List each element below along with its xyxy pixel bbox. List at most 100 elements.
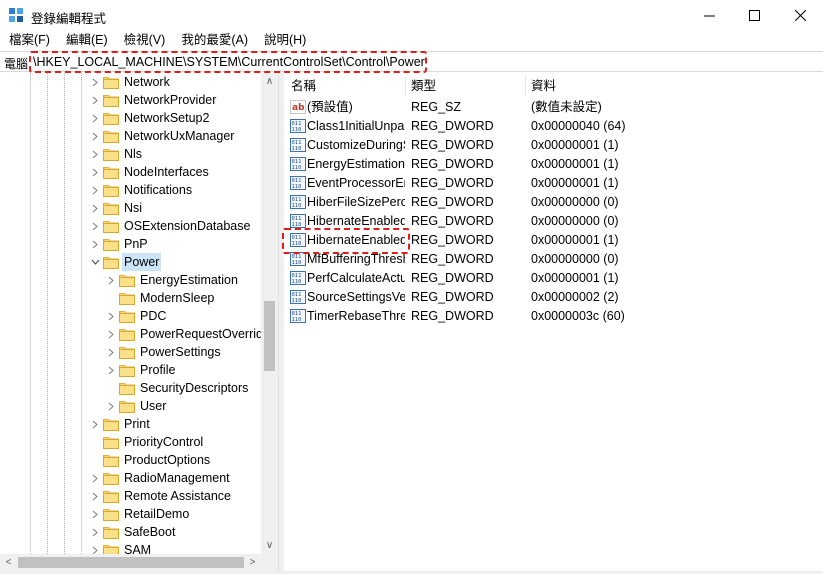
chevron-right-icon[interactable] (89, 523, 101, 541)
tree-item[interactable]: EnergyEstimation (105, 271, 240, 289)
column-header-type[interactable]: 類型 (411, 76, 436, 96)
binary-value-icon: 011 110 (290, 176, 306, 190)
value-row[interactable]: 011110MfBufferingThreshold REG_DWORD 0x000… (285, 250, 823, 269)
value-row[interactable]: 011110EventProcessorEnabled REG_DWORD 0x00… (285, 174, 823, 193)
folder-icon (103, 219, 119, 233)
folder-icon (103, 129, 119, 143)
tree-item[interactable]: Power (89, 253, 162, 271)
tree-item[interactable]: ProductOptions (89, 451, 212, 469)
chevron-right-icon[interactable] (89, 541, 101, 554)
tree-horizontal-scrollbar[interactable]: < > (0, 554, 278, 571)
menu-item[interactable]: 檔案(F) (0, 31, 58, 50)
chevron-right-icon[interactable] (89, 487, 101, 505)
chevron-down-icon[interactable] (89, 253, 101, 271)
menu-item[interactable]: 說明(H) (256, 31, 314, 50)
menu-item[interactable]: 檢視(V) (116, 31, 174, 50)
tree-item[interactable]: PDC (105, 307, 168, 325)
column-header-name[interactable]: 名稱 (291, 76, 316, 96)
chevron-right-icon[interactable] (89, 235, 101, 253)
column-separator[interactable] (525, 76, 526, 96)
value-row[interactable]: 011110PerfCalculateActualUtilization REG_… (285, 269, 823, 288)
binary-value-icon: 011 110 (290, 157, 306, 171)
chevron-right-icon[interactable] (105, 307, 117, 325)
address-path[interactable]: \HKEY_LOCAL_MACHINE\SYSTEM\CurrentContro… (33, 55, 425, 69)
folder-icon (103, 237, 119, 251)
tree-item[interactable]: NetworkSetup2 (89, 109, 211, 127)
value-type: REG_DWORD (411, 176, 494, 190)
maximize-icon (748, 10, 760, 21)
tree-item[interactable]: PriorityControl (89, 433, 205, 451)
chevron-right-icon[interactable] (89, 145, 101, 163)
tree-item[interactable]: NodeInterfaces (89, 163, 211, 181)
binary-value-icon: 011 110 (290, 233, 306, 247)
column-header-data[interactable]: 資料 (531, 76, 556, 96)
tree-item[interactable]: Profile (105, 361, 177, 379)
chevron-right-icon[interactable] (89, 199, 101, 217)
value-row[interactable]: 011 110 HibernateEnabled REG_DWORD 0x0000000… (285, 231, 823, 250)
tree-item-label: NetworkProvider (124, 93, 217, 107)
value-type: REG_DWORD (411, 195, 494, 209)
chevron-right-icon[interactable] (105, 325, 117, 343)
tree-scroll-thumb[interactable] (264, 301, 275, 371)
tree-item[interactable]: Notifications (89, 181, 194, 199)
menu-item[interactable]: 我的最愛(A) (173, 31, 256, 50)
tree-vertical-scrollbar[interactable]: ∧ ∨ (261, 73, 278, 554)
tree-item[interactable]: OSExtensionDatabase (89, 217, 252, 235)
folder-icon (119, 363, 135, 377)
tree-item[interactable]: RadioManagement (89, 469, 232, 487)
scroll-right-arrow-icon[interactable]: > (244, 554, 261, 571)
chevron-right-icon[interactable] (89, 163, 101, 181)
chevron-right-icon[interactable] (105, 397, 117, 415)
chevron-right-icon[interactable] (89, 91, 101, 109)
chevron-right-icon[interactable] (89, 505, 101, 523)
tree-item[interactable]: Nls (89, 145, 144, 163)
chevron-right-icon[interactable] (89, 415, 101, 433)
value-row[interactable]: 011110SourceSettingsVersion REG_DWORD 0x00… (285, 288, 823, 307)
value-row[interactable]: 011110HiberFileSizePercent REG_DWORD 0x000… (285, 193, 823, 212)
tree-item[interactable]: PowerRequestOverride (105, 325, 272, 343)
chevron-right-icon[interactable] (89, 127, 101, 145)
chevron-right-icon[interactable] (105, 343, 117, 361)
tree-item[interactable]: SAM (89, 541, 153, 554)
chevron-right-icon[interactable] (89, 217, 101, 235)
tree-item-label: PnP (124, 237, 148, 251)
tree-item[interactable]: Network (89, 73, 172, 91)
tree-item[interactable]: PnP (89, 235, 150, 253)
value-row[interactable]: 011110EnergyEstimationEnabled REG_DWORD 0x… (285, 155, 823, 174)
tree-item[interactable]: NetworkProvider (89, 91, 218, 109)
tree-item[interactable]: Print (89, 415, 152, 433)
scroll-up-arrow-icon[interactable]: ∧ (261, 73, 278, 90)
menu-item[interactable]: 編輯(E) (58, 31, 116, 50)
address-bar[interactable]: 電腦 \HKEY_LOCAL_MACHINE\SYSTEM\CurrentCon… (0, 51, 823, 72)
minimize-button[interactable] (686, 0, 732, 31)
value-row[interactable]: 011110Class1InitialUnparkCount REG_DWORD 0… (285, 117, 823, 136)
chevron-right-icon[interactable] (89, 73, 101, 91)
value-row[interactable]: 011110TimerRebaseThresholdOnDripsExit REG… (285, 307, 823, 326)
tree-item[interactable]: RetailDemo (89, 505, 191, 523)
folder-icon (103, 435, 119, 449)
column-separator[interactable] (405, 76, 406, 96)
chevron-right-icon[interactable] (89, 181, 101, 199)
scroll-left-arrow-icon[interactable]: < (0, 554, 17, 571)
tree-item[interactable]: NetworkUxManager (89, 127, 236, 145)
scroll-down-arrow-icon[interactable]: ∨ (261, 537, 278, 554)
value-row[interactable]: 011110HibernateEnabledDefault REG_DWORD 0x… (285, 212, 823, 231)
value-row[interactable]: 011110CustomizeDuringSetup REG_DWORD 0x000… (285, 136, 823, 155)
chevron-right-icon[interactable] (105, 271, 117, 289)
tree-item[interactable]: User (105, 397, 168, 415)
tree-item[interactable]: Nsi (89, 199, 144, 217)
close-button[interactable] (777, 0, 823, 31)
tree-item[interactable]: SafeBoot (89, 523, 177, 541)
tree-item[interactable]: Remote Assistance (89, 487, 233, 505)
binary-value-icon: 011 110 (290, 214, 306, 228)
value-row[interactable]: ab (預設值) REG_SZ (數值未設定) (285, 98, 823, 117)
tree-item[interactable]: SecurityDescriptors (105, 379, 250, 397)
chevron-right-icon[interactable] (89, 109, 101, 127)
tree-item[interactable]: PowerSettings (105, 343, 223, 361)
tree-item[interactable]: ModernSleep (105, 289, 216, 307)
tree-hscroll-thumb[interactable] (18, 557, 244, 568)
chevron-right-icon[interactable] (89, 469, 101, 487)
pane-splitter[interactable] (278, 73, 284, 574)
maximize-button[interactable] (731, 0, 777, 31)
chevron-right-icon[interactable] (105, 361, 117, 379)
